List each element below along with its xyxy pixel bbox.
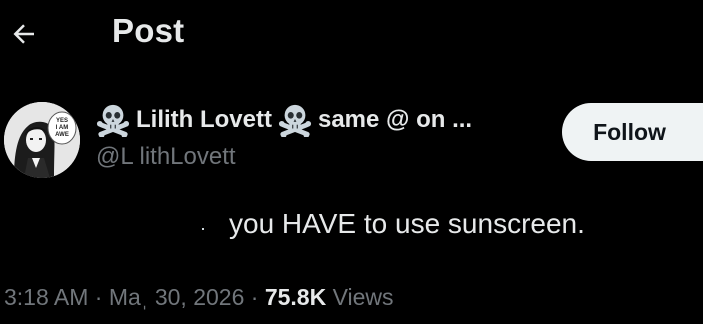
- author-name-suffix: same @ on ...: [317, 106, 473, 133]
- author-handle[interactable]: @L lithLovett: [96, 143, 236, 171]
- views-label: Views: [332, 284, 394, 310]
- page-title: Post: [112, 12, 185, 49]
- svg-text:AWE: AWE: [55, 132, 69, 138]
- meta-separator: ·: [94, 284, 103, 310]
- back-button[interactable]: [6, 16, 42, 52]
- skull-crossbones-icon: [96, 104, 130, 137]
- follow-button[interactable]: Follow: [562, 103, 703, 161]
- author-name-row[interactable]: Lilith Lovett same @ on ...: [96, 102, 472, 138]
- post-meta: 3:18 AM · Maˌ 30, 2026 · 75.8K Views: [4, 284, 394, 311]
- avatar[interactable]: YES I AM AWE: [4, 102, 80, 178]
- stray-mark: [202, 228, 204, 230]
- views-count: 75.8K: [264, 284, 327, 310]
- post-date[interactable]: Maˌ 30, 2026: [109, 284, 245, 310]
- avatar-image: YES I AM AWE: [4, 102, 80, 178]
- post-text: you HAVE to use sunscreen.: [229, 208, 585, 239]
- top-bar: Post: [0, 0, 703, 64]
- svg-text:YES: YES: [56, 118, 68, 124]
- svg-text:I AM: I AM: [56, 125, 68, 131]
- arrow-left-icon: [13, 24, 34, 44]
- post-time[interactable]: 3:18 AM: [4, 284, 88, 310]
- meta-separator: ·: [250, 284, 259, 310]
- author-display-name: Lilith Lovett: [136, 106, 272, 133]
- skull-crossbones-icon: [278, 104, 312, 137]
